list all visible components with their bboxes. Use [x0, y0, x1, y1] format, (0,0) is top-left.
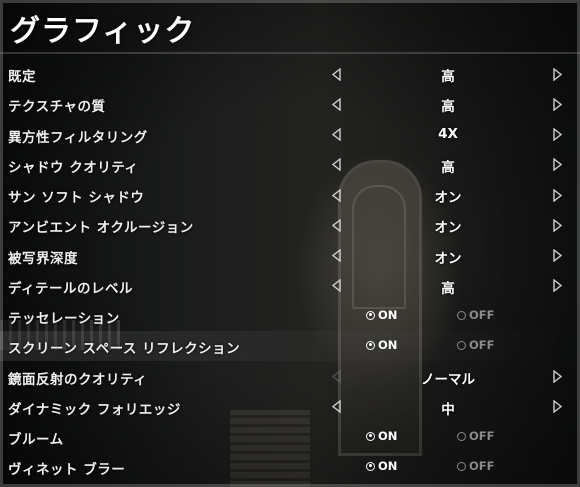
settings-row[interactable]: テッセレーション ON OFF — [0, 301, 580, 331]
setting-value: 高 — [441, 159, 455, 176]
toggle-off-label: OFF — [469, 459, 495, 474]
toggle-off-option[interactable]: OFF — [457, 459, 495, 473]
setting-value: 高 — [441, 99, 455, 116]
settings-row[interactable]: 被写界深度 オン — [0, 241, 580, 271]
settings-row[interactable]: サン ソフト シャドウ オン — [0, 180, 580, 210]
settings-row[interactable]: 異方性フィルタリング 4X — [0, 120, 580, 150]
toggle-off-label: OFF — [469, 308, 495, 322]
toggle-off-label: OFF — [469, 429, 495, 443]
arrow-right-icon[interactable] — [550, 96, 564, 112]
toggle-off-option[interactable]: OFF — [457, 338, 495, 352]
toggle-off-option[interactable]: OFF — [457, 308, 495, 322]
settings-row[interactable]: テクスチャの質 高 — [0, 89, 580, 119]
arrow-right-icon[interactable] — [550, 278, 564, 294]
settings-row[interactable]: ダイナミック フォリエッジ 中 — [0, 392, 580, 422]
toggle-on-option[interactable]: ON — [366, 308, 397, 322]
arrow-left-icon[interactable] — [329, 217, 343, 233]
settings-row[interactable]: ヴィネット ブラー ON OFF — [0, 452, 580, 482]
setting-label: 異方性フィルタリング — [8, 129, 148, 146]
arrow-left-icon[interactable] — [329, 96, 343, 112]
title-divider — [0, 52, 580, 54]
setting-value: オン — [434, 190, 462, 206]
toggle-on-option[interactable]: ON — [366, 429, 397, 443]
radio-selected-icon — [366, 340, 375, 350]
settings-row[interactable]: アンビエント オクルージョン オン — [0, 210, 580, 240]
setting-label: ヴィネット ブラー — [8, 462, 126, 479]
settings-list: 既定高テクスチャの質高異方性フィルタリング 4X シャドウ クオリティ高サン ソフト… — [0, 59, 580, 483]
arrow-left-icon[interactable] — [329, 157, 343, 173]
arrow-right-icon[interactable] — [550, 157, 564, 173]
arrow-right-icon[interactable] — [550, 217, 564, 233]
toggle-on-option[interactable]: ON — [366, 459, 397, 473]
setting-label: ダイナミック フォリエッジ — [8, 401, 181, 418]
arrow-left-icon[interactable] — [329, 369, 343, 385]
radio-unselected-icon — [457, 340, 466, 350]
setting-label: アンビエント オクルージョン — [8, 220, 194, 237]
settings-row[interactable]: 既定 高 — [0, 59, 580, 89]
toggle-on-label: ON — [378, 338, 398, 353]
setting-label: 鏡面反射のクオリティ — [8, 371, 148, 388]
setting-label: 既定 — [8, 69, 36, 85]
toggle-on-label: ON — [378, 429, 398, 443]
radio-selected-icon — [366, 431, 375, 441]
radio-selected-icon — [366, 461, 375, 471]
setting-value: オン — [434, 220, 462, 237]
toggle-on-option[interactable]: ON — [366, 338, 397, 352]
arrow-right-icon[interactable] — [550, 369, 564, 385]
setting-label: シャドウ クオリティ — [8, 159, 139, 176]
setting-value: ノーマル — [421, 371, 475, 388]
arrow-right-icon[interactable] — [550, 66, 564, 82]
settings-row[interactable]: ディテールのレベル 高 — [0, 271, 580, 301]
toggle-on-label: ON — [378, 459, 398, 474]
arrow-right-icon[interactable] — [550, 127, 564, 143]
setting-label: サン ソフト シャドウ — [8, 190, 145, 206]
arrow-left-icon[interactable] — [329, 278, 343, 294]
arrow-left-icon[interactable] — [329, 399, 343, 415]
page-title: グラフィック — [10, 14, 196, 49]
setting-label: 被写界深度 — [8, 250, 78, 267]
setting-label: テッセレーション — [8, 311, 120, 327]
toggle-on-label: ON — [378, 308, 398, 322]
arrow-left-icon[interactable] — [329, 66, 343, 82]
arrow-right-icon[interactable] — [550, 187, 564, 203]
settings-row[interactable]: ブルーム ON OFF — [0, 422, 580, 452]
setting-label: スクリーン スペース リフレクション — [8, 341, 241, 358]
settings-row[interactable]: シャドウ クオリティ 高 — [0, 150, 580, 180]
radio-selected-icon — [366, 310, 375, 320]
settings-row[interactable]: スクリーン スペース リフレクション ON OFF — [0, 331, 580, 362]
setting-value: 高 — [441, 69, 455, 85]
setting-value: オン — [434, 250, 462, 267]
arrow-left-icon[interactable] — [329, 127, 343, 143]
setting-value: 中 — [441, 401, 455, 418]
toggle-off-option[interactable]: OFF — [457, 429, 495, 443]
toggle-off-label: OFF — [469, 338, 495, 353]
setting-value: 4X — [438, 125, 458, 142]
radio-unselected-icon — [457, 461, 466, 471]
arrow-right-icon[interactable] — [550, 399, 564, 415]
setting-value: 高 — [441, 280, 455, 297]
setting-label: ディテールのレベル — [8, 280, 134, 297]
setting-label: テクスチャの質 — [8, 99, 106, 116]
settings-row[interactable]: 鏡面反射のクオリティ ノーマル — [0, 362, 580, 392]
arrow-left-icon[interactable] — [329, 248, 343, 264]
setting-label: ブルーム — [8, 432, 64, 448]
arrow-right-icon[interactable] — [550, 248, 564, 264]
radio-unselected-icon — [457, 310, 466, 320]
radio-unselected-icon — [457, 431, 466, 441]
arrow-left-icon[interactable] — [329, 187, 343, 203]
